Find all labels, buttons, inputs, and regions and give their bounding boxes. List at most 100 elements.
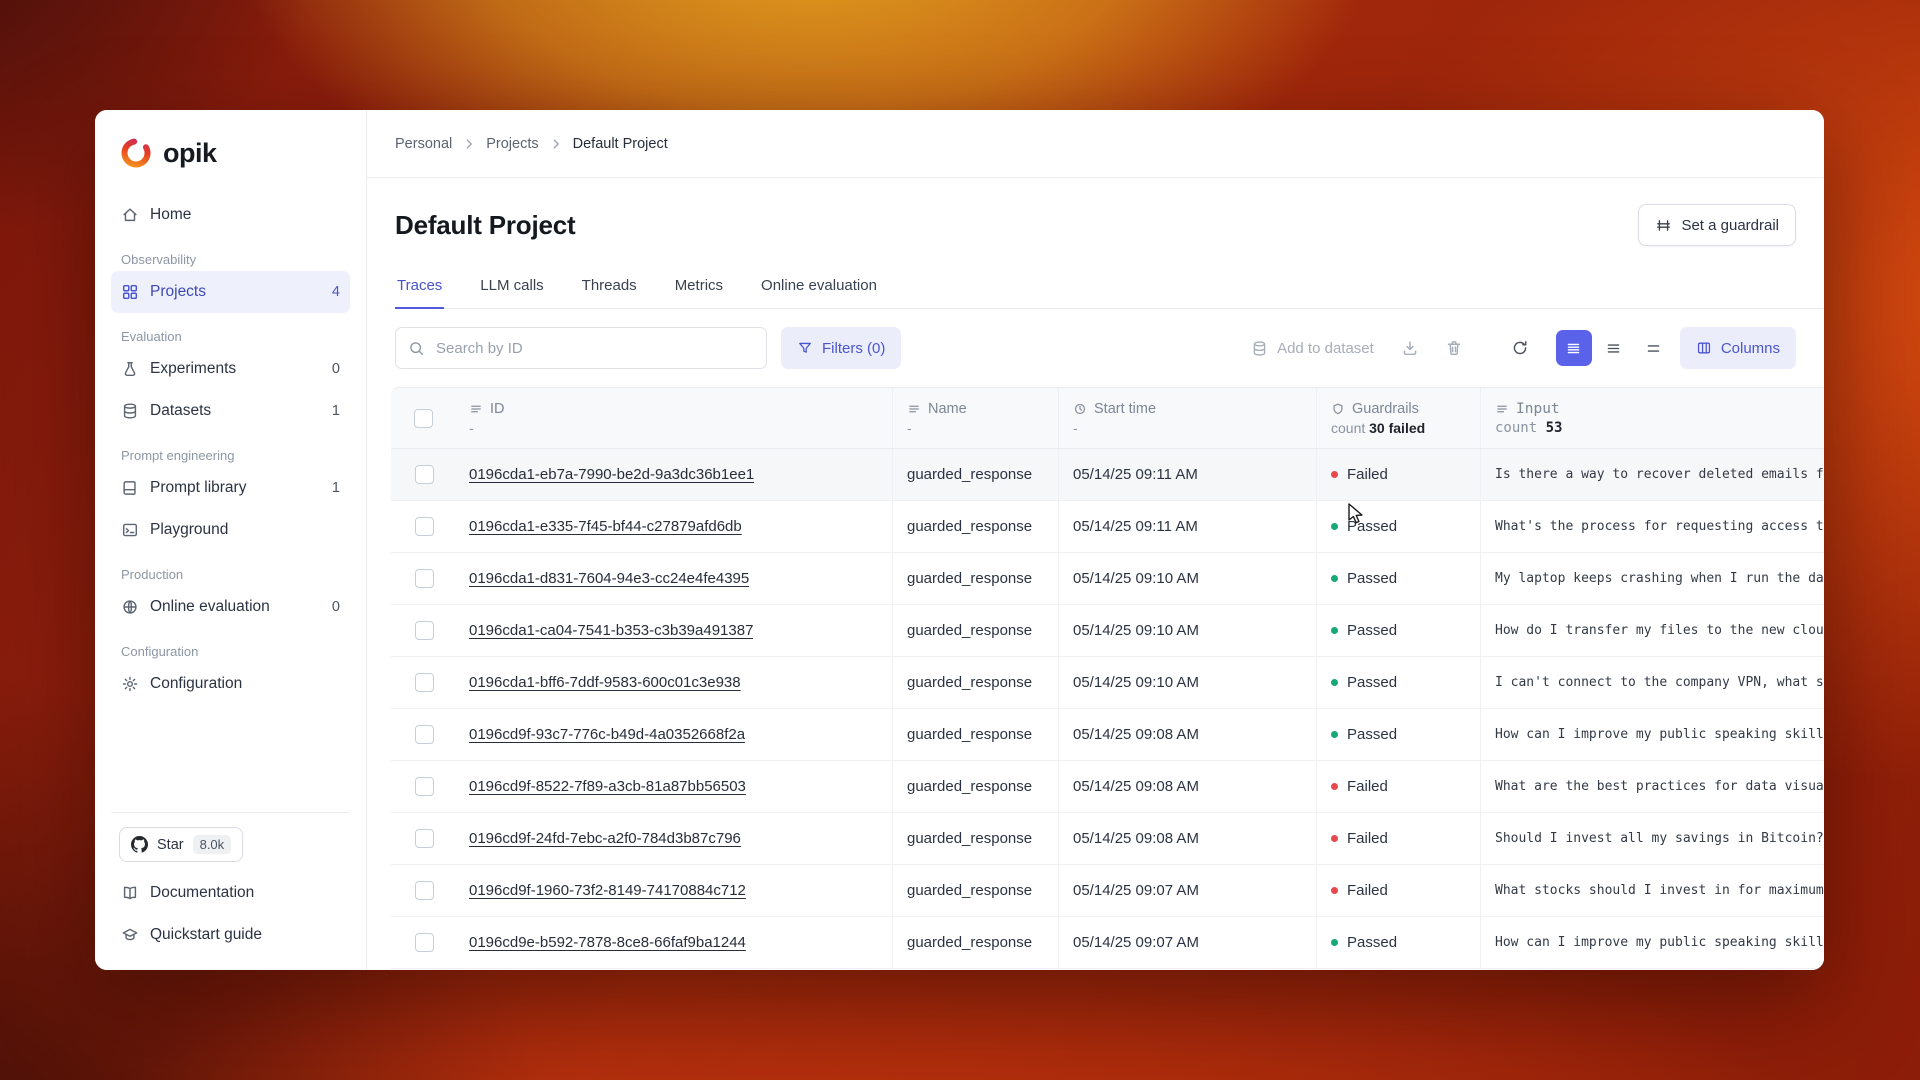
table-row[interactable]: 0196cda1-bff6-7ddf-9583-600c01c3e938 gua… — [391, 657, 1824, 709]
trace-id-link[interactable]: 0196cda1-d831-7604-94e3-cc24e4fe4395 — [469, 570, 749, 587]
sidebar-item-playground[interactable]: Playground — [111, 509, 350, 551]
select-all-checkbox[interactable] — [414, 409, 433, 428]
table-row[interactable]: 0196cd9e-b592-7878-8ce8-66faf9ba1244 gua… — [391, 917, 1824, 969]
row-checkbox[interactable] — [415, 933, 434, 952]
search-icon — [408, 340, 425, 357]
status-dot — [1331, 731, 1338, 738]
trace-id-link[interactable]: 0196cda1-eb7a-7990-be2d-9a3dc36b1ee1 — [469, 466, 754, 483]
table-row[interactable]: 0196cd9f-24fd-7ebc-a2f0-784d3b87c796 gua… — [391, 813, 1824, 865]
trace-input: I can't connect to the company VPN, what… — [1481, 657, 1824, 708]
tab-threads[interactable]: Threads — [580, 266, 639, 309]
trace-name: guarded_response — [893, 761, 1059, 812]
sidebar-item-home[interactable]: Home — [111, 194, 350, 236]
trace-start-time: 05/14/25 09:07 AM — [1059, 917, 1317, 968]
row-checkbox[interactable] — [415, 517, 434, 536]
table-row[interactable]: 0196cda1-eb7a-7990-be2d-9a3dc36b1ee1 gua… — [391, 449, 1824, 501]
filter-icon — [797, 340, 813, 356]
dataset-icon — [1251, 340, 1268, 357]
sidebar-item-projects[interactable]: Projects 4 — [111, 271, 350, 313]
row-height-large-button[interactable] — [1636, 330, 1672, 366]
logo[interactable]: opik — [111, 134, 350, 170]
column-header-name[interactable]: Name - — [893, 388, 1059, 448]
trace-start-time: 05/14/25 09:10 AM — [1059, 553, 1317, 604]
sidebar-item-quickstart[interactable]: Quickstart guide — [111, 914, 350, 956]
tab-llm-calls[interactable]: LLM calls — [478, 266, 545, 309]
trace-input: How can I improve my public speaking ski… — [1481, 709, 1824, 760]
column-header-start-time[interactable]: Start time - — [1059, 388, 1317, 448]
sidebar-item-documentation[interactable]: Documentation — [111, 872, 350, 914]
row-checkbox[interactable] — [415, 621, 434, 640]
table-body: 0196cda1-eb7a-7990-be2d-9a3dc36b1ee1 gua… — [391, 449, 1824, 969]
delete-button[interactable] — [1436, 330, 1472, 366]
row-checkbox[interactable] — [415, 465, 434, 484]
sidebar-item-online-evaluation[interactable]: Online evaluation 0 — [111, 586, 350, 628]
sidebar-item-experiments[interactable]: Experiments 0 — [111, 348, 350, 390]
status-label: Passed — [1347, 726, 1397, 743]
row-height-small-button[interactable] — [1556, 330, 1592, 366]
add-to-dataset-button[interactable]: Add to dataset — [1241, 327, 1384, 369]
breadcrumb: Personal Projects Default Project — [367, 110, 1824, 178]
trace-id-link[interactable]: 0196cda1-e335-7f45-bf44-c27879afd6db — [469, 518, 742, 535]
filters-button[interactable]: Filters (0) — [781, 327, 901, 369]
search-input[interactable] — [434, 339, 754, 358]
sidebar-item-datasets[interactable]: Datasets 1 — [111, 390, 350, 432]
github-star-button[interactable]: Star 8.0k — [119, 827, 243, 862]
table-row[interactable]: 0196cda1-e335-7f45-bf44-c27879afd6db gua… — [391, 501, 1824, 553]
trace-name: guarded_response — [893, 605, 1059, 656]
sidebar-item-configuration[interactable]: Configuration — [111, 663, 350, 705]
row-checkbox[interactable] — [415, 777, 434, 796]
prompt-library-icon — [121, 479, 139, 497]
sidebar-item-label: Documentation — [150, 884, 254, 902]
export-button[interactable] — [1392, 330, 1428, 366]
column-header-guardrails[interactable]: Guardrails count 30 failed — [1317, 388, 1481, 448]
section-observability: Observability — [111, 252, 350, 267]
item-count: 0 — [332, 599, 340, 615]
table-row[interactable]: 0196cd9f-1960-73f2-8149-74170884c712 gua… — [391, 865, 1824, 917]
sidebar-item-label: Online evaluation — [150, 598, 270, 616]
sidebar-item-label: Quickstart guide — [150, 926, 262, 944]
trace-input: Is there a way to recover deleted emails… — [1481, 449, 1824, 500]
trace-start-time: 05/14/25 09:08 AM — [1059, 813, 1317, 864]
trace-id-link[interactable]: 0196cd9f-1960-73f2-8149-74170884c712 — [469, 882, 746, 899]
guardrail-status: Failed — [1317, 865, 1481, 916]
columns-button[interactable]: Columns — [1680, 327, 1796, 369]
trace-id-link[interactable]: 0196cd9f-24fd-7ebc-a2f0-784d3b87c796 — [469, 830, 741, 847]
trace-id-link[interactable]: 0196cd9f-93c7-776c-b49d-4a0352668f2a — [469, 726, 745, 743]
row-checkbox[interactable] — [415, 829, 434, 848]
row-checkbox[interactable] — [415, 673, 434, 692]
row-checkbox[interactable] — [415, 725, 434, 744]
status-label: Failed — [1347, 466, 1388, 483]
set-guardrail-button[interactable]: Set a guardrail — [1638, 204, 1796, 246]
column-header-id[interactable]: ID - — [455, 388, 893, 448]
shield-icon — [1331, 402, 1345, 416]
tab-online-evaluation[interactable]: Online evaluation — [759, 266, 879, 309]
breadcrumb-personal[interactable]: Personal — [395, 136, 452, 152]
search-box — [395, 327, 767, 369]
section-prompt-engineering: Prompt engineering — [111, 448, 350, 463]
sidebar-item-prompt-library[interactable]: Prompt library 1 — [111, 467, 350, 509]
guardrail-status: Failed — [1317, 449, 1481, 500]
column-header-input[interactable]: Input count 53 — [1481, 388, 1824, 448]
trace-id-link[interactable]: 0196cd9e-b592-7878-8ce8-66faf9ba1244 — [469, 934, 746, 951]
tab-traces[interactable]: Traces — [395, 266, 444, 309]
chevron-right-icon — [549, 137, 563, 151]
table-row[interactable]: 0196cd9f-93c7-776c-b49d-4a0352668f2a gua… — [391, 709, 1824, 761]
trace-id-link[interactable]: 0196cda1-ca04-7541-b353-c3b39a491387 — [469, 622, 753, 639]
opik-logo-icon — [119, 136, 153, 170]
table-row[interactable]: 0196cda1-ca04-7541-b353-c3b39a491387 gua… — [391, 605, 1824, 657]
row-height-medium-button[interactable] — [1596, 330, 1632, 366]
status-dot — [1331, 835, 1338, 842]
table-row[interactable]: 0196cd9f-8522-7f89-a3cb-81a87bb56503 gua… — [391, 761, 1824, 813]
status-dot — [1331, 939, 1338, 946]
trace-id-link[interactable]: 0196cda1-bff6-7ddf-9583-600c01c3e938 — [469, 674, 741, 691]
row-checkbox[interactable] — [415, 569, 434, 588]
breadcrumb-projects[interactable]: Projects — [486, 136, 538, 152]
row-checkbox[interactable] — [415, 881, 434, 900]
table-header: ID - Name - — [391, 387, 1824, 449]
trace-id-link[interactable]: 0196cd9f-8522-7f89-a3cb-81a87bb56503 — [469, 778, 746, 795]
refresh-button[interactable] — [1502, 330, 1538, 366]
tab-metrics[interactable]: Metrics — [673, 266, 725, 309]
table-row[interactable]: 0196cda1-d831-7604-94e3-cc24e4fe4395 gua… — [391, 553, 1824, 605]
online-evaluation-icon — [121, 598, 139, 616]
star-count: 8.0k — [193, 835, 232, 854]
